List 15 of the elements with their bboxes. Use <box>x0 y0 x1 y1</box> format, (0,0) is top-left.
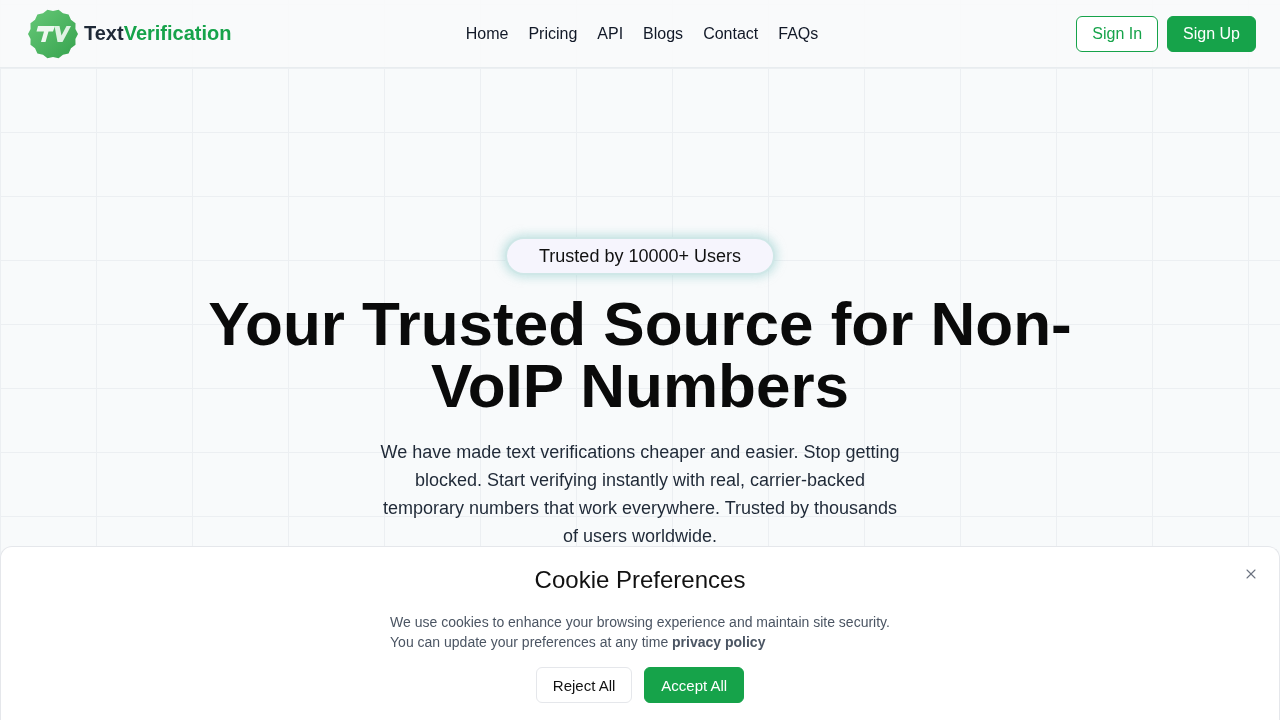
logo-icon <box>28 8 78 59</box>
nav-link[interactable]: API <box>597 24 624 43</box>
hero-description: We have made text verifications cheaper and easier. Stop getting blocked. Start verifying instantly with real, carrier-backed temporary numbers that work everywhere. Trusted by thousands of users worldwide. <box>379 441 901 548</box>
trust-badge: Trusted by 10000+ Users <box>505 237 775 275</box>
cookie-message: We use cookies to enhance your browsing experience and maintain site security. You can update your preferences at any time privacy policy <box>390 613 890 652</box>
secondary-button[interactable]: Reject All <box>535 667 633 703</box>
nav-link[interactable]: Home <box>465 24 509 43</box>
nav-link[interactable]: Contact <box>703 24 759 43</box>
cookie-title: Cookie Preferences <box>534 565 746 595</box>
brand-name[interactable]: TextVerification <box>84 22 232 45</box>
nav-link[interactable]: Blogs <box>643 24 684 43</box>
nav-link[interactable]: FAQs <box>778 24 819 43</box>
nav-link[interactable]: Pricing <box>528 24 578 43</box>
privacy-policy-link[interactable]: privacy policy <box>672 634 766 650</box>
hero-heading: Your Trusted Source for Non-VoIP Numbers <box>207 293 1073 417</box>
